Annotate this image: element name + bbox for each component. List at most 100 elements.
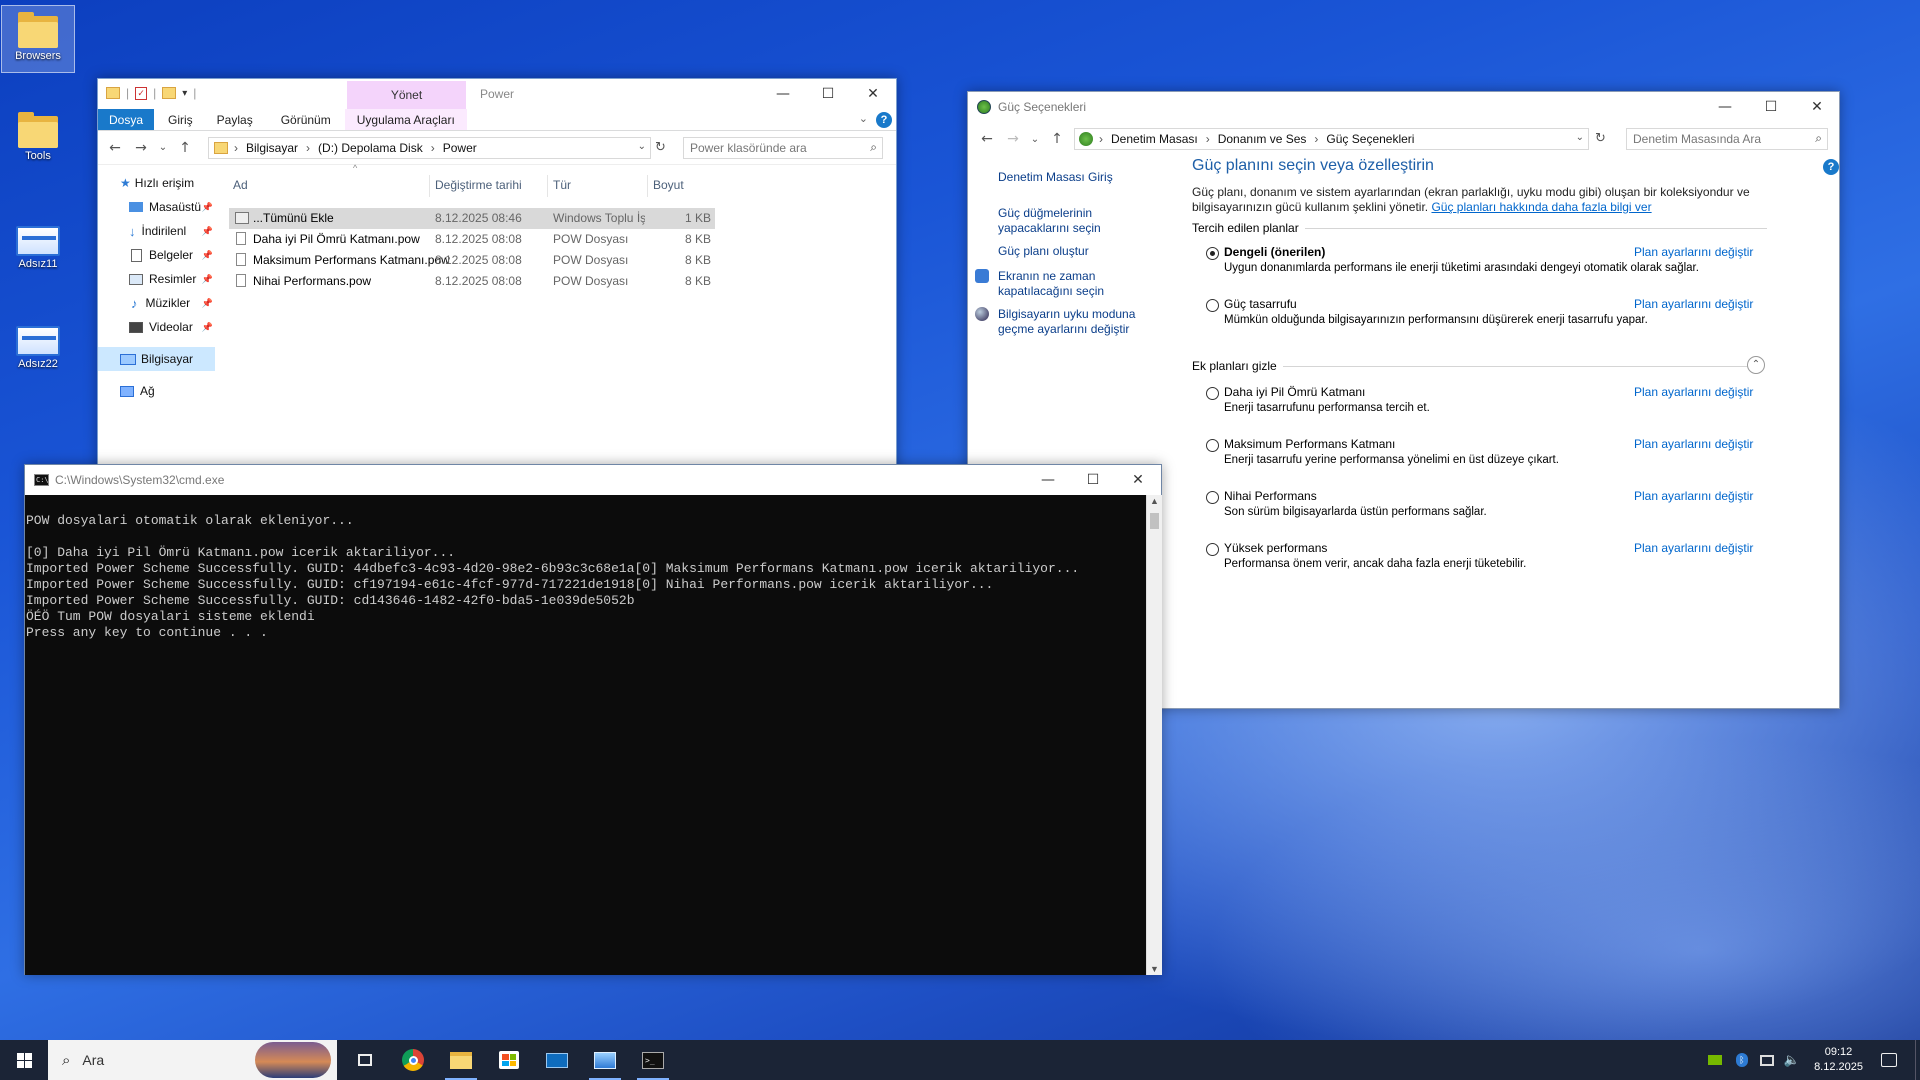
tab-dosya[interactable]: Dosya [98,109,154,130]
maximize-button[interactable]: ☐ [1070,465,1116,495]
display-off-link[interactable]: Ekranın ne zaman kapatılacağını seçin [998,269,1108,299]
recent-locations-icon[interactable]: ⌄ [1026,134,1044,145]
manage-context-tab[interactable]: Yönet [347,81,466,109]
cmd-taskbar-button[interactable]: >_ [629,1040,677,1080]
scroll-down-icon[interactable]: ▼ [1150,964,1159,974]
plan-radio[interactable] [1206,439,1219,452]
plan-radio[interactable] [1206,299,1219,312]
refresh-icon[interactable]: ↻ [1595,131,1606,146]
console-output[interactable]: POW dosyalari otomatik olarak ekleniyor.… [25,495,1146,975]
minimize-button[interactable]: — [760,79,806,109]
column-header-type[interactable]: Tür [553,172,571,198]
pin-icon[interactable]: 📌 [202,298,213,309]
tab-giris[interactable]: Giriş [154,109,203,130]
plan-radio[interactable] [1206,247,1219,260]
mail-taskbar-button[interactable] [533,1040,581,1080]
sidebar-item-music[interactable]: ♪ Müzikler 📌 [129,291,215,315]
up-icon[interactable]: ↑ [172,140,198,156]
sidebar-item-videos[interactable]: Videolar 📌 [129,315,215,339]
desktop-icon-tools[interactable]: Tools [1,106,75,174]
sidebar-item-network[interactable]: Ağ [120,379,155,403]
change-plan-settings-link[interactable]: Plan ayarlarını değiştir [1634,297,1753,311]
tab-uygulama-araclari[interactable]: Uygulama Araçları [344,109,467,130]
bluetooth-icon[interactable]: ᛒ [1735,1053,1748,1067]
store-taskbar-button[interactable] [485,1040,533,1080]
help-icon[interactable]: ? [1823,159,1839,175]
clock[interactable]: 09:12 8.12.2025 [1814,1045,1863,1075]
nvidia-icon[interactable] [1707,1055,1722,1065]
network-icon[interactable] [1759,1054,1774,1066]
volume-icon[interactable]: 🔈 [1784,1053,1800,1068]
chrome-taskbar-button[interactable] [389,1040,437,1080]
taskbar-search-box[interactable]: ⌕ Ara [48,1040,337,1080]
collapse-chevron-icon[interactable]: ⌃ [1747,356,1765,374]
up-icon[interactable]: ↑ [1044,131,1070,147]
file-row[interactable]: Maksimum Performans Katmanı.pow 8.12.202… [229,250,715,271]
create-plan-link[interactable]: Güç planı oluştur [998,244,1089,259]
recent-locations-icon[interactable]: ⌄ [154,142,172,153]
file-row[interactable]: Nihai Performans.pow 8.12.2025 08:08 POW… [229,271,715,292]
pin-icon[interactable]: 📌 [202,322,213,333]
file-row[interactable]: Daha iyi Pil Ömrü Katmanı.pow 8.12.2025 … [229,229,715,250]
change-plan-settings-link[interactable]: Plan ayarlarını değiştir [1634,541,1753,555]
plan-radio[interactable] [1206,543,1219,556]
customize-qat-icon[interactable]: ▾ [182,88,187,99]
pin-icon[interactable]: 📌 [202,250,213,261]
change-plan-settings-link[interactable]: Plan ayarlarını değiştir [1634,437,1753,451]
maximize-button[interactable]: ☐ [805,79,851,109]
scroll-up-icon[interactable]: ▲ [1150,496,1159,506]
close-button[interactable]: ✕ [850,79,896,109]
column-header-date[interactable]: Değiştirme tarihi [435,172,522,198]
forward-icon[interactable]: → [128,140,154,156]
minimize-button[interactable]: — [1025,465,1071,495]
breadcrumb-computer[interactable]: Bilgisayar [246,141,298,155]
column-header-name[interactable]: Ad [233,172,248,198]
sidebar-item-quick-access[interactable]: ★ Hızlı erişim [120,171,194,195]
minimize-button[interactable]: — [1702,92,1748,122]
breadcrumb-hardware-sound[interactable]: Donanım ve Ses [1218,132,1307,146]
help-icon[interactable]: ? [876,112,892,128]
change-plan-settings-link[interactable]: Plan ayarlarını değiştir [1634,489,1753,503]
show-desktop-button[interactable] [1915,1040,1920,1080]
column-header-size[interactable]: Boyut [653,172,684,198]
power-buttons-link[interactable]: Güç düğmelerinin yapacaklarını seçin [998,206,1108,236]
close-button[interactable]: ✕ [1115,465,1161,495]
sidebar-item-computer[interactable]: Bilgisayar [98,347,215,371]
pin-icon[interactable]: 📌 [202,274,213,285]
sidebar-item-downloads[interactable]: ↓ İndirilenl 📌 [129,219,215,243]
back-icon[interactable]: ← [102,140,128,156]
back-icon[interactable]: ← [974,131,1000,147]
plan-radio[interactable] [1206,491,1219,504]
desktop-icon-adsiz22[interactable]: Adsız22 [1,318,75,378]
desktop-icon-browsers[interactable]: Browsers [1,5,75,73]
change-plan-settings-link[interactable]: Plan ayarlarını değiştir [1634,385,1753,399]
properties-icon[interactable]: ✓ [135,86,148,100]
breadcrumb-drive[interactable]: (D:) Depolama Disk [318,141,423,155]
refresh-icon[interactable]: ↻ [655,140,666,155]
search-input[interactable]: Denetim Masasında Ara ⌕ [1626,128,1828,150]
pin-icon[interactable]: 📌 [202,202,213,213]
address-dropdown-icon[interactable]: ⌄ [638,141,646,152]
sidebar-item-pictures[interactable]: Resimler 📌 [129,267,215,291]
pin-icon[interactable]: 📌 [202,226,213,237]
breadcrumb-power[interactable]: Power [443,141,477,155]
breadcrumb-power-options[interactable]: Güç Seçenekleri [1326,132,1414,146]
notifications-icon[interactable] [1881,1053,1897,1067]
tab-gorunum[interactable]: Görünüm [267,109,345,130]
sidebar-item-documents[interactable]: Belgeler 📌 [129,243,215,267]
search-input[interactable]: Power klasöründe ara ⌕ [683,137,883,159]
console-scrollbar[interactable]: ▲ ▼ [1146,495,1162,975]
address-input[interactable]: › Bilgisayar › (D:) Depolama Disk › Powe… [208,137,651,159]
file-explorer-taskbar-button[interactable] [437,1040,485,1080]
scroll-thumb[interactable] [1150,513,1159,529]
new-folder-icon[interactable] [162,87,177,99]
control-panel-home-link[interactable]: Denetim Masası Giriş [998,170,1113,185]
address-dropdown-icon[interactable]: ⌄ [1576,132,1584,143]
breadcrumb-control-panel[interactable]: Denetim Masası [1111,132,1198,146]
maximize-button[interactable]: ☐ [1748,92,1794,122]
learn-more-link[interactable]: Güç planları hakkında daha fazla bilgi v… [1431,200,1651,214]
plan-radio[interactable] [1206,387,1219,400]
sleep-settings-link[interactable]: Bilgisayarın uyku moduna geçme ayarların… [998,307,1143,337]
address-input[interactable]: › Denetim Masası › Donanım ve Ses › Güç … [1074,128,1589,150]
sidebar-item-desktop[interactable]: Masaüstü 📌 [129,195,215,219]
